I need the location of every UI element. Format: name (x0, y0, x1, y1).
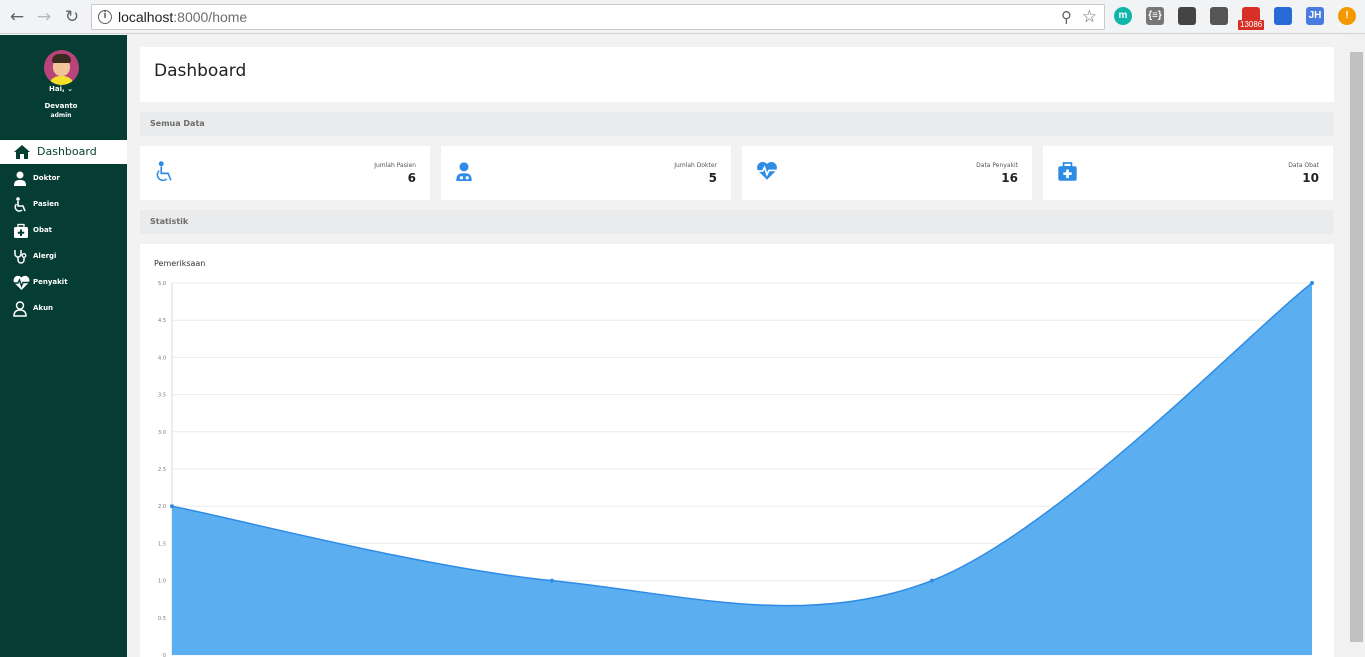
card-value: 10 (1302, 171, 1319, 185)
y-tick-label: 3.5 (158, 393, 166, 399)
sidebar-item-label: Akun (33, 304, 54, 312)
zoom-icon[interactable]: ⚲ (1061, 8, 1072, 26)
json-ext-icon[interactable]: {≡} (1146, 7, 1164, 25)
m-ext-icon[interactable]: m (1114, 7, 1132, 25)
sidebar: Hai, ⌄ Devanto admin Dashboard Doktor Pa… (0, 35, 127, 657)
sidebar-item-dashboard[interactable]: Dashboard (0, 140, 127, 164)
card-value: 16 (1001, 171, 1018, 185)
browser-toolbar: ← → ↻ i localhost:8000/home ⚲ ☆ m {≡} JH! … (0, 0, 1365, 34)
sidebar-item-label: Dashboard (37, 145, 97, 158)
sidebar-item-label: Pasien (33, 200, 59, 208)
sidebar-item-alergi[interactable]: Alergi (0, 245, 127, 269)
card-penyakit[interactable]: Data Penyakit 16 (742, 146, 1032, 200)
wheelchair-icon (156, 161, 172, 182)
card-dokter[interactable]: Jumlah Dokter 5 (441, 146, 731, 200)
section-all-data: Semua Data (140, 112, 1334, 136)
section-statistics: Statistik (140, 210, 1334, 234)
y-tick-label: 0.5 (158, 616, 166, 622)
data-point[interactable] (170, 504, 174, 509)
card-obat[interactable]: Data Obat 10 (1043, 146, 1333, 200)
medkit-icon (1058, 162, 1077, 181)
y-tick-label: 2.0 (158, 504, 166, 510)
sidebar-item-akun[interactable]: Akun (0, 297, 127, 321)
jh-ext-icon[interactable]: JH (1306, 7, 1324, 25)
gmail-unread-badge: 13086 (1238, 20, 1265, 30)
bookmark-star-icon[interactable]: ☆ (1082, 7, 1097, 27)
card-pasien[interactable]: Jumlah Pasien 6 (140, 146, 430, 200)
avatar[interactable] (44, 50, 79, 85)
section-title: Statistik (150, 217, 189, 226)
sidebar-item-obat[interactable]: Obat (0, 219, 127, 243)
y-tick-label: 1.5 (158, 541, 166, 547)
chart-panel: Pemeriksaan 0 0.5 1.0 1.5 2.0 2.5 3.0 3.5 4.0 4.5… (140, 244, 1334, 657)
area-chart: 0 0.5 1.0 1.5 2.0 2.5 3.0 3.5 4.0 4.5 5.0 (158, 281, 1314, 657)
sidebar-item-label: Penyakit (33, 278, 68, 286)
sidebar-item-label: Alergi (33, 252, 57, 260)
y-tick-label: 4.0 (158, 355, 166, 361)
camera-ext-icon[interactable] (1178, 7, 1196, 25)
heartbeat-icon (757, 161, 777, 180)
window-ext-icon[interactable] (1274, 7, 1292, 25)
home-icon (14, 145, 30, 159)
scrollbar[interactable] (1348, 35, 1365, 657)
y-tick-label: 1.0 (158, 579, 166, 585)
page-header (140, 47, 1334, 102)
y-tick-label: 0 (163, 653, 166, 657)
user-name: Devanto (44, 102, 78, 110)
data-point[interactable] (550, 578, 554, 583)
card-value: 5 (708, 171, 717, 185)
card-label: Jumlah Pasien (374, 162, 416, 169)
url-text[interactable]: localhost:8000/home (118, 9, 247, 25)
data-point[interactable] (930, 578, 934, 583)
data-point[interactable] (1310, 281, 1314, 285)
sidebar-item-pasien[interactable]: Pasien (0, 193, 127, 217)
user-role: admin (50, 112, 72, 119)
section-title: Semua Data (150, 119, 205, 128)
heartbeat-icon (13, 275, 30, 290)
sidebar-item-label: Doktor (33, 174, 60, 182)
sidebar-item-doktor[interactable]: Doktor (0, 167, 127, 191)
stethoscope-icon (14, 250, 27, 264)
address-bar[interactable]: i localhost:8000/home ⚲ ☆ (91, 4, 1105, 30)
sidebar-item-label: Obat (33, 226, 53, 234)
medkit-icon (14, 223, 28, 238)
y-tick-label: 5.0 (158, 281, 166, 287)
page-title: Dashboard (154, 61, 247, 81)
reload-icon[interactable]: ↻ (61, 6, 83, 28)
scrollbar-thumb[interactable] (1350, 52, 1363, 642)
wheelchair-icon (14, 197, 26, 212)
doctor-icon (456, 162, 472, 181)
forward-icon[interactable]: → (33, 6, 55, 28)
back-icon[interactable]: ← (6, 6, 28, 28)
chat-ext-icon[interactable] (1210, 7, 1228, 25)
card-label: Jumlah Dokter (674, 162, 717, 169)
y-tick-label: 2.5 (158, 467, 166, 473)
y-tick-label: 3.0 (158, 430, 166, 436)
doctor-icon (14, 171, 26, 186)
user-icon (13, 301, 27, 317)
alert-ext-icon[interactable]: ! (1338, 7, 1356, 25)
card-label: Data Obat (1288, 162, 1319, 169)
card-label: Data Penyakit (976, 162, 1018, 169)
user-greeting-dropdown[interactable]: Hai, ⌄ (0, 85, 122, 93)
card-value: 6 (407, 171, 416, 185)
sidebar-item-penyakit[interactable]: Penyakit (0, 271, 127, 295)
info-icon[interactable]: i (98, 10, 112, 24)
y-tick-label: 4.5 (158, 318, 166, 324)
